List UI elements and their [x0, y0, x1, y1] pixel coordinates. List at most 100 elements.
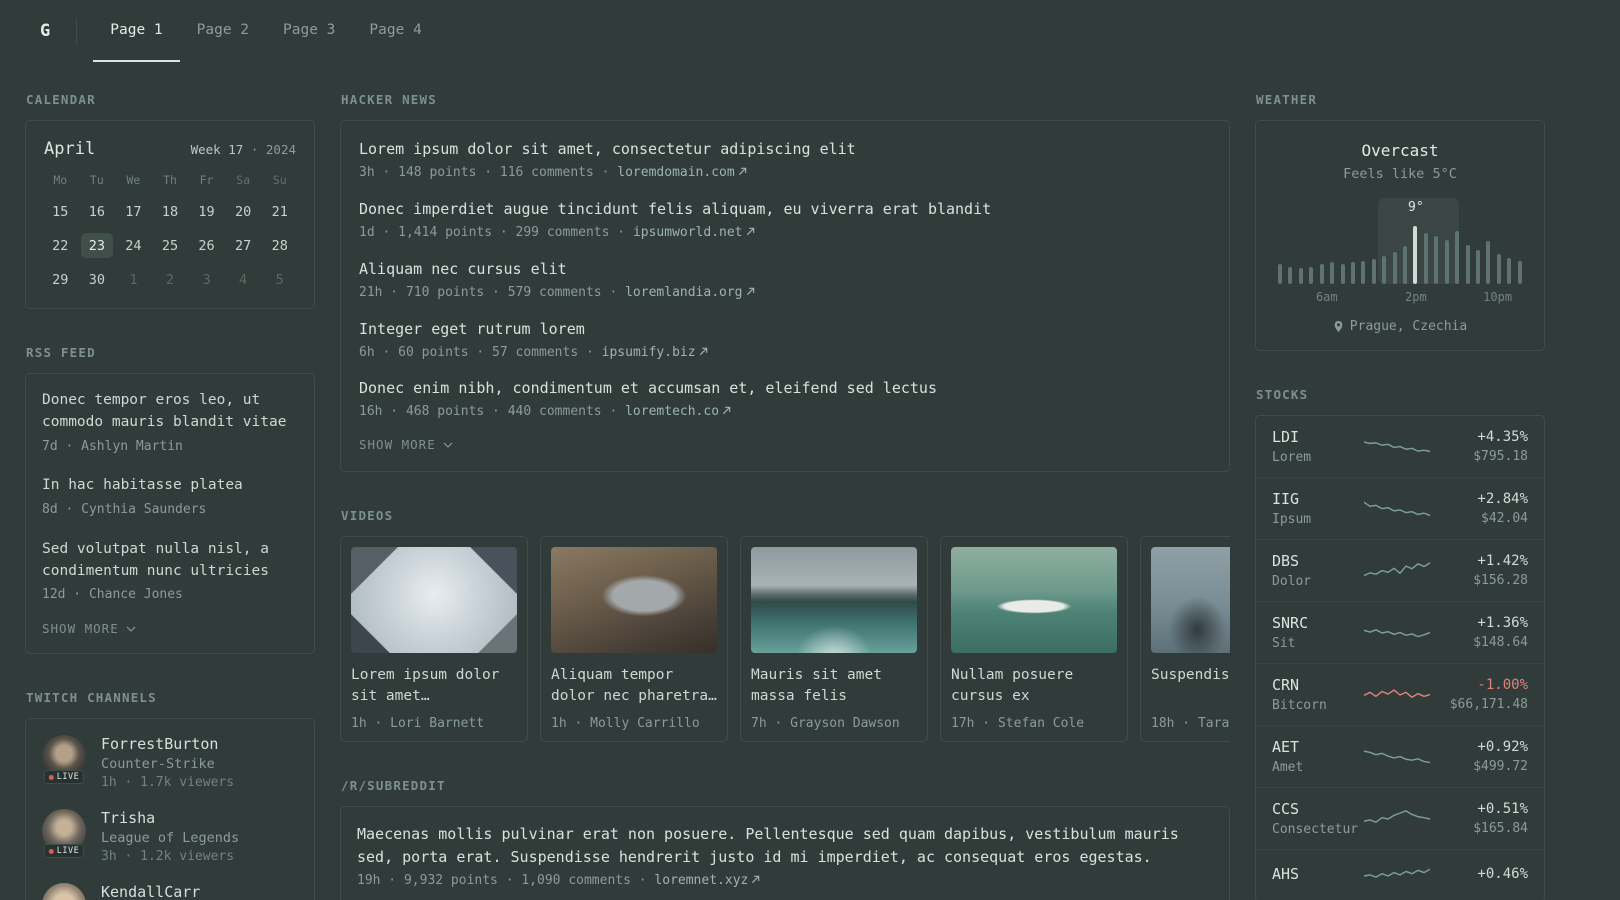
stock-sparkline [1364, 688, 1430, 698]
rss-item-title[interactable]: In hac habitasse platea [42, 475, 298, 497]
weather-bar-chart [1278, 224, 1522, 284]
hn-item-source-link[interactable]: ipsumify.biz [602, 345, 708, 360]
stock-symbol: LDI [1272, 428, 1300, 446]
hn-item: Lorem ipsum dolor sit amet, consectetur … [359, 139, 1211, 183]
hn-item-source-link[interactable]: ipsumworld.net [633, 225, 755, 240]
weather-bar [1455, 231, 1460, 284]
hn-item: Donec enim nibh, condimentum et accumsan… [359, 378, 1211, 422]
calendar-day: 27 [234, 237, 252, 254]
rss-item: Sed volutpat nulla nisl, a condimentum n… [42, 539, 298, 605]
calendar-day: 26 [198, 237, 215, 254]
subreddit-card: Maecenas mollis pulvinar erat non posuer… [340, 806, 1230, 900]
video-thumbnail [751, 547, 917, 654]
stock-name: Consectetur [1272, 822, 1359, 837]
rss-show-more-button[interactable]: SHOW MORE [42, 621, 136, 636]
weather-bar [1288, 267, 1293, 284]
stock-row[interactable]: SNRC Sit +1.36% $148.64 [1256, 601, 1544, 663]
stock-change: +2.84% [1477, 491, 1528, 507]
right-column: WEATHER Overcast Feels like 5°C 9° 6am 2… [1255, 92, 1545, 900]
video-card[interactable]: Suspendisse diam 18h · Tara [1140, 536, 1230, 743]
stock-values: +1.42% $156.28 [1473, 553, 1528, 588]
stock-row[interactable]: DBS Dolor +1.42% $156.28 [1256, 539, 1544, 601]
video-card[interactable]: Aliquam tempor dolor nec pharetra… 1h · … [540, 536, 728, 743]
stock-row[interactable]: LDI Lorem +4.35% $795.18 [1256, 416, 1544, 477]
subreddit-source-link[interactable]: loremnet.xyz [654, 873, 760, 888]
stock-id: AET Amet [1272, 738, 1364, 775]
twitch-channel[interactable]: LIVE Trisha League of Legends 3h · 1.2k … [42, 809, 298, 864]
hn-item-stats: 21h · 710 points · 579 comments · [359, 284, 626, 300]
weather-bar [1278, 264, 1282, 284]
hn-item-title[interactable]: Donec enim nibh, condimentum et accumsan… [359, 378, 1211, 399]
app-logo[interactable]: G [40, 0, 76, 62]
hn-item-title[interactable]: Lorem ipsum dolor sit amet, consectetur … [359, 139, 1211, 160]
weather-bar [1507, 258, 1512, 284]
twitch-channel[interactable]: KendallCarr [42, 883, 298, 900]
weather-chart: 9° [1278, 198, 1522, 284]
weather-bar [1413, 226, 1418, 284]
peak-temperature-label: 9° [1408, 200, 1424, 215]
stocks-widget-title: STOCKS [1256, 387, 1309, 402]
tab-page-1[interactable]: Page 1 [93, 0, 180, 62]
stocks-widget: STOCKS LDI Lorem +4.35% $795.18 IIG Ipsu… [1255, 387, 1545, 900]
hn-item-title[interactable]: Integer eget rutrum lorem [359, 319, 1211, 340]
rss-item-title[interactable]: Donec tempor eros leo, ut commodo mauris… [42, 390, 298, 434]
calendar-day-headers: Mo Tu We Th Fr Sa Su [42, 173, 298, 187]
weather-bar [1465, 245, 1470, 284]
hn-item-title[interactable]: Donec imperdiet augue tincidunt felis al… [359, 199, 1211, 220]
hn-item-domain: ipsumworld.net [632, 224, 743, 240]
stock-row[interactable]: CRN Bitcorn -1.00% $66,171.48 [1256, 663, 1544, 725]
calendar-day: 18 [161, 203, 179, 220]
stock-row[interactable]: AHS +0.46% [1256, 849, 1544, 900]
video-card[interactable]: Nullam posuere cursus ex 17h · Stefan Co… [940, 536, 1128, 743]
hn-item-title[interactable]: Aliquam nec cursus elit [359, 259, 1211, 280]
video-thumbnail [351, 547, 517, 654]
stock-row[interactable]: CCS Consectetur +0.51% $165.84 [1256, 787, 1544, 849]
video-card[interactable]: Mauris sit amet massa felis 7h · Grayson… [740, 536, 928, 743]
calendar-separator: · [250, 142, 259, 157]
calendar-day: 17 [125, 203, 142, 220]
tab-page-3[interactable]: Page 3 [266, 0, 352, 62]
show-more-label: SHOW MORE [359, 437, 436, 453]
channel-info: Trisha League of Legends 3h · 1.2k viewe… [101, 809, 239, 864]
hn-show-more-button[interactable]: SHOW MORE [359, 437, 453, 452]
stock-symbol: CCS [1272, 800, 1300, 818]
avatar [42, 883, 86, 900]
video-card[interactable]: Lorem ipsum dolor sit amet consectetu… 1… [340, 536, 528, 743]
day-header: Th [163, 173, 177, 187]
calendar-day: 19 [198, 203, 215, 220]
weather-bar [1382, 256, 1387, 284]
left-column: CALENDAR April Week 17 · 2024 Mo Tu We T… [25, 92, 315, 900]
stock-id: AHS [1272, 865, 1364, 887]
subreddit-widget: /R/SUBREDDIT Maecenas mollis pulvinar er… [340, 778, 1230, 900]
dashboard: CALENDAR April Week 17 · 2024 Mo Tu We T… [0, 62, 1620, 900]
hn-item-source-link[interactable]: loremdomain.com [617, 165, 746, 180]
twitch-channel[interactable]: LIVE ForrestBurton Counter-Strike 1h · 1… [42, 735, 298, 790]
video-thumbnail [551, 547, 717, 654]
hn-item-source-link[interactable]: loremtech.co [625, 404, 731, 419]
stock-change: +0.46% [1477, 866, 1528, 882]
video-meta: 1h · Lori Barnett [351, 716, 485, 732]
stock-row[interactable]: IIG Ipsum +2.84% $42.04 [1256, 477, 1544, 539]
stock-id: CCS Consectetur [1272, 800, 1364, 837]
day-header: Mo [53, 173, 68, 187]
weather-card: Overcast Feels like 5°C 9° 6am 2pm 10pm … [1255, 120, 1545, 351]
hn-item: Integer eget rutrum lorem 6h · 60 points… [359, 319, 1211, 363]
page-tabs: Page 1 Page 2 Page 3 Page 4 [93, 0, 439, 62]
location-pin-icon [1334, 321, 1343, 332]
hn-item-stats: 3h · 148 points · 116 comments · [359, 165, 618, 180]
stock-price: $156.28 [1473, 573, 1528, 588]
weather-bar [1298, 268, 1303, 284]
calendar-day-out-of-month: 1 [129, 271, 138, 288]
hn-item-source-link[interactable]: loremlandia.org [625, 285, 754, 300]
stock-row[interactable]: AET Amet +0.92% $499.72 [1256, 725, 1544, 787]
rss-item-title[interactable]: Sed volutpat nulla nisl, a condimentum n… [42, 539, 298, 583]
tab-page-2[interactable]: Page 2 [180, 0, 266, 62]
tab-page-4[interactable]: Page 4 [352, 0, 438, 62]
external-link-icon [699, 347, 707, 355]
stock-id: CRN Bitcorn [1272, 676, 1364, 713]
stock-sparkline [1364, 500, 1430, 516]
chevron-down-icon [126, 626, 136, 632]
subreddit-post-title[interactable]: Maecenas mollis pulvinar erat non posuer… [357, 825, 1179, 866]
rss-item-meta: 7d · Ashlyn Martin [42, 438, 183, 454]
live-dot-icon [48, 848, 54, 854]
